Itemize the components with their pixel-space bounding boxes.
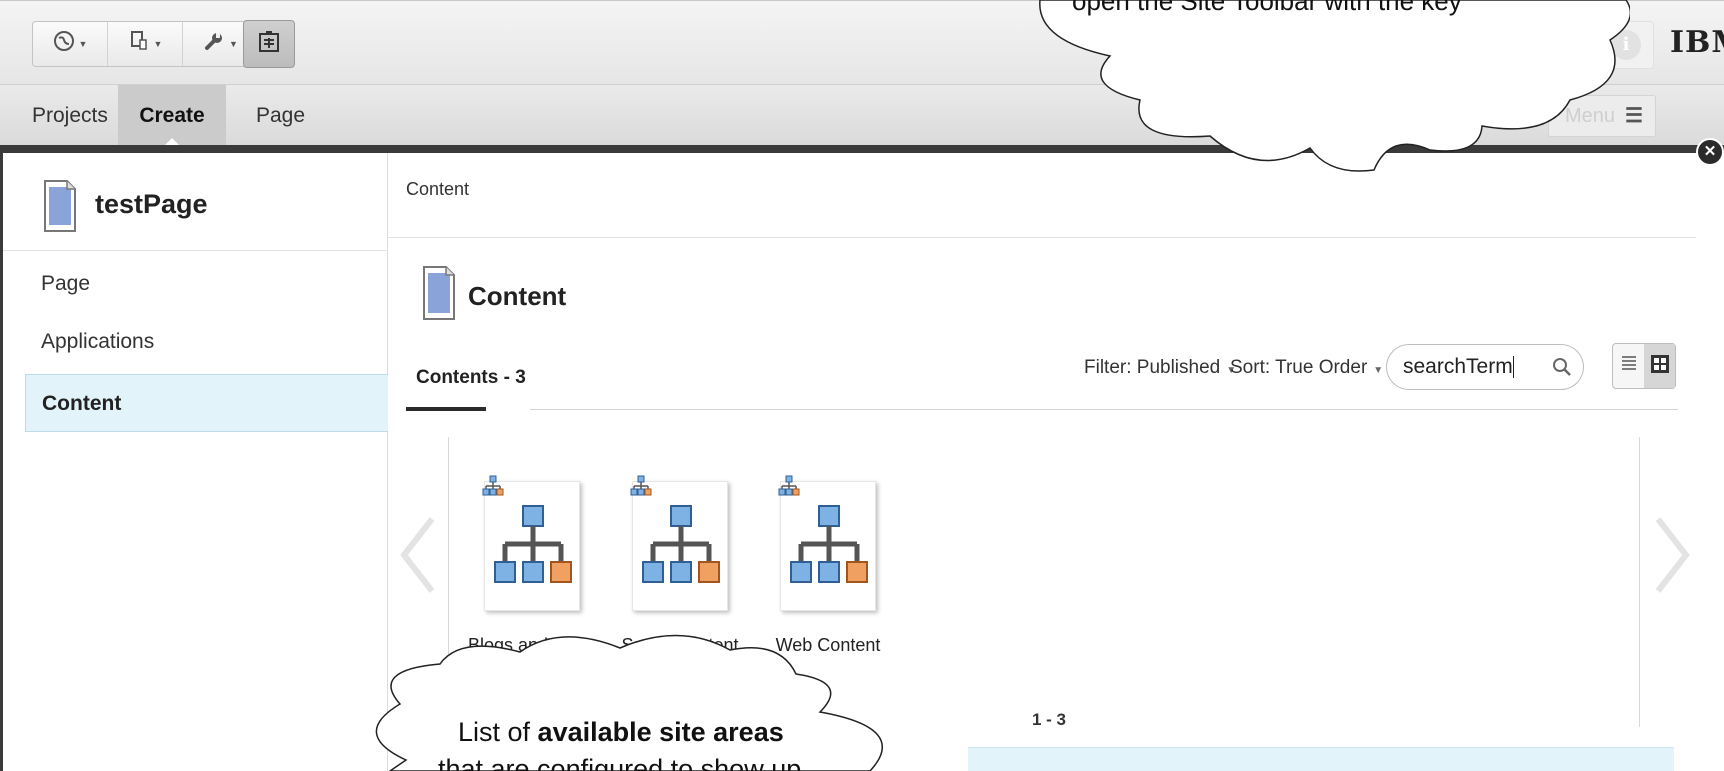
search-value: searchTerm: [1403, 355, 1513, 378]
filter-label: Filter:: [1084, 357, 1132, 378]
tile-social-content[interactable]: Social Content: [610, 475, 750, 656]
info-button[interactable]: i: [1598, 21, 1654, 69]
sidebar-item-applications[interactable]: Applications: [25, 313, 389, 371]
callout-bottom-text-bold: available site areas: [537, 717, 784, 747]
hierarchy-icon: [778, 475, 800, 502]
site-area-icon: [485, 500, 581, 601]
hamburger-icon: ☰: [1625, 105, 1643, 127]
content-icon: [422, 265, 456, 326]
pagination-label: 1 - 3: [1032, 710, 1067, 729]
callout-bottom-text-a: List of: [458, 717, 538, 747]
page-icon: [43, 179, 77, 238]
globe-menu-button[interactable]: ▼: [33, 22, 108, 66]
close-icon[interactable]: ✕: [1696, 138, 1724, 166]
divider: [530, 409, 1678, 410]
wrench-icon: [203, 30, 225, 58]
callout-bottom-line2: that are configured to show up: [438, 754, 802, 771]
list-view-button[interactable]: [1613, 344, 1644, 388]
view-toggle: [1612, 343, 1676, 389]
edit-mode-control: Edit Mode: ON: [1374, 23, 1585, 67]
chevron-down-icon: ▼: [153, 39, 163, 49]
tab-contents[interactable]: Contents - 3: [416, 367, 526, 389]
tab-create[interactable]: Create: [118, 85, 226, 148]
chevron-down-icon: ▼: [1373, 365, 1384, 376]
tile-label: Social Content: [621, 635, 739, 655]
published-site-label: Published Site: [1207, 23, 1298, 66]
site-toolbar: ▼ ▼ ▼ Published Site ▼ Edit Mode: ON i I…: [0, 0, 1724, 84]
breadcrumb: Content: [406, 179, 470, 199]
edit-mode-label: Edit Mode:: [1389, 23, 1443, 66]
site-toolbar-icon: [257, 30, 281, 59]
tab-underline: [406, 407, 486, 411]
published-site-dropdown[interactable]: Published Site ▼: [1189, 22, 1374, 68]
site-status-group: Published Site ▼ Edit Mode: ON: [1188, 21, 1586, 69]
sort-label: Sort:: [1230, 357, 1271, 378]
content-panel: Content Content Contents - 3 Filter: Pub…: [388, 153, 1696, 771]
sidebar-header: testPage: [3, 153, 387, 251]
sort-value: True Order: [1275, 357, 1368, 378]
chevron-down-icon: ▼: [229, 39, 238, 49]
divider: [388, 237, 1696, 238]
chevron-left-icon[interactable]: [398, 515, 438, 600]
sidebar-item-page[interactable]: Page: [25, 255, 389, 313]
edit-mode-value: ON: [1490, 31, 1553, 59]
tile-blogs-and-wikis[interactable]: Blogs and Wikis: [462, 475, 602, 656]
list-highlight-bar: [968, 747, 1674, 771]
list-view-icon: [1621, 355, 1637, 378]
grid-view-icon: [1650, 354, 1670, 379]
callout-top-text: open the Site Toolbar with the key: [1072, 0, 1462, 16]
sidebar-title: testPage: [95, 189, 208, 219]
site-area-icon: [781, 500, 877, 601]
chevron-right-icon[interactable]: [1652, 515, 1692, 600]
tile-label: Blogs and Wikis: [467, 635, 597, 655]
tab-page[interactable]: Page: [256, 85, 305, 147]
filter-dropdown[interactable]: Filter: Published ▼: [1084, 357, 1236, 379]
tab-projects[interactable]: Projects: [32, 85, 108, 147]
grid-view-button[interactable]: [1644, 344, 1675, 388]
search-icon[interactable]: [1540, 344, 1584, 390]
globe-icon: [53, 30, 75, 58]
sort-dropdown[interactable]: Sort: True Order ▼: [1230, 357, 1383, 379]
page-title: Content: [468, 281, 567, 311]
site-area-icon: [633, 500, 729, 601]
hierarchy-icon: [630, 475, 652, 502]
hierarchy-icon: [482, 475, 504, 502]
menu-label: Menu: [1565, 105, 1616, 127]
tile-web-content[interactable]: Web Content: [758, 475, 898, 656]
text-cursor: [1512, 356, 1514, 379]
toolbar-nav: Projects Create Page Menu ☰: [0, 84, 1724, 148]
tool-button-group: ▼ ▼ ▼: [32, 21, 266, 67]
chevron-down-icon: ▼: [1344, 39, 1355, 51]
tile-label: Web Content: [775, 635, 881, 655]
panel-divider: [0, 145, 1724, 153]
create-sidebar: testPage Page Applications Content: [0, 153, 389, 771]
site-toolbar-toggle-button[interactable]: [243, 20, 295, 68]
ibm-logo: IBM: [1670, 25, 1724, 60]
chevron-down-icon: ▼: [78, 39, 88, 49]
info-icon: i: [1611, 30, 1641, 60]
callout-bottom-line1: List of available site areas: [458, 717, 784, 748]
edit-mode-toggle[interactable]: ON: [1489, 30, 1585, 60]
menu-button[interactable]: Menu ☰: [1548, 95, 1656, 137]
sidebar-item-content[interactable]: Content: [25, 374, 389, 432]
filter-value: Published: [1136, 357, 1221, 378]
device-menu-button[interactable]: ▼: [108, 22, 183, 66]
device-icon: [128, 30, 150, 58]
